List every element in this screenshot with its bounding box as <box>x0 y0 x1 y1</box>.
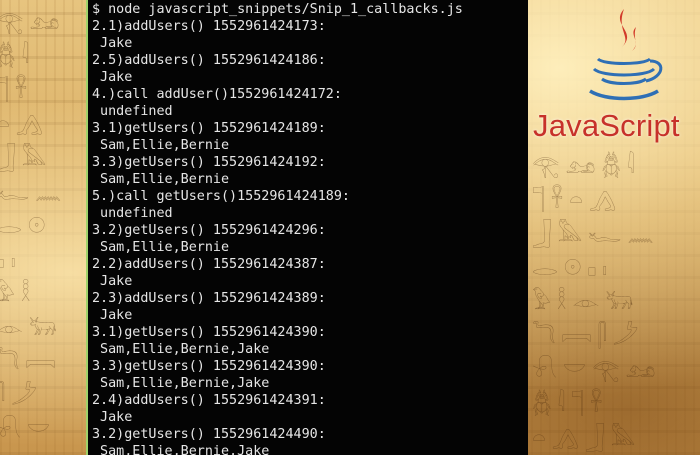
terminal-output-line: Sam,Ellie,Bernie,Jake <box>92 444 270 455</box>
java-coffee-cup-icon <box>589 9 663 101</box>
terminal-output-line: Sam,Ellie,Bernie,Jake <box>92 342 270 357</box>
javascript-logo-text: JavaScript <box>533 108 680 143</box>
terminal-output-line: 3.2)getUsers() 1552961424490: <box>92 427 326 442</box>
terminal-output-line: Sam,Ellie,Bernie <box>92 240 230 255</box>
terminal-output-line: Jake <box>92 308 133 323</box>
terminal-output-line: Jake <box>92 410 133 425</box>
terminal-output-line: Sam,Ellie,Bernie <box>92 172 230 187</box>
terminal-output-line: 2.4)addUsers() 1552961424391: <box>92 393 326 408</box>
hieroglyph-decoration: 𓂀𓃭𓆣𓇋 𓊹𓋹𓏏𓂻 𓃀𓅓𓆑𓈖 𓂋𓇳𓊪𓏤 𓅱𓎛𓁹𓃒 𓆓𓇯𓋴𓌳 𓍯𓎟𓂀𓃭 𓆣𓇋𓊹𓋹 𓏏𓂻𓃀𓅓 <box>532 154 662 451</box>
terminal-output-line: Jake <box>92 70 133 85</box>
terminal-output-line: 2.2)addUsers() 1552961424387: <box>92 257 326 272</box>
terminal-output-line: 5.)call getUsers()1552961424189: <box>92 189 350 204</box>
terminal-output-line: 2.1)addUsers() 1552961424173: <box>92 19 326 34</box>
terminal-output-line: undefined <box>92 206 173 221</box>
terminal-output-line: Sam,Ellie,Bernie,Jake <box>92 376 270 391</box>
terminal-output-line: Sam,Ellie,Bernie <box>92 138 230 153</box>
terminal-output-line: Jake <box>92 36 133 51</box>
terminal-output-line: 4.)call addUser()1552961424172: <box>92 87 342 102</box>
terminal-output-line: 2.5)addUsers() 1552961424186: <box>92 53 326 68</box>
hieroglyph-decoration: 𓂀𓃭 𓆣𓇋 𓊹𓋹 𓏏𓂻 𓃀𓅓 𓆑𓈖 𓂋𓇳 𓊪𓏤 𓅱𓎛 𓁹𓃒 𓆓𓇯 𓋴𓌳 𓍯𓎟 <box>0 10 68 443</box>
terminal-output-line: 3.3)getUsers() 1552961424192: <box>92 155 326 170</box>
terminal-output-line: Jake <box>92 274 133 289</box>
terminal-output-line: 3.1)getUsers() 1552961424189: <box>92 121 326 136</box>
terminal-output-line: 2.3)addUsers() 1552961424389: <box>92 291 326 306</box>
terminal-output-line: 3.1)getUsers() 1552961424390: <box>92 325 326 340</box>
terminal-output-line: 3.2)getUsers() 1552961424296: <box>92 223 326 238</box>
terminal-output-line: undefined <box>92 104 173 119</box>
terminal-window[interactable]: $ node javascript_snippets/Snip_1_callba… <box>86 0 528 455</box>
terminal-output-line: 3.3)getUsers() 1552961424390: <box>92 359 326 374</box>
terminal-command-line: $ node javascript_snippets/Snip_1_callba… <box>92 2 463 17</box>
